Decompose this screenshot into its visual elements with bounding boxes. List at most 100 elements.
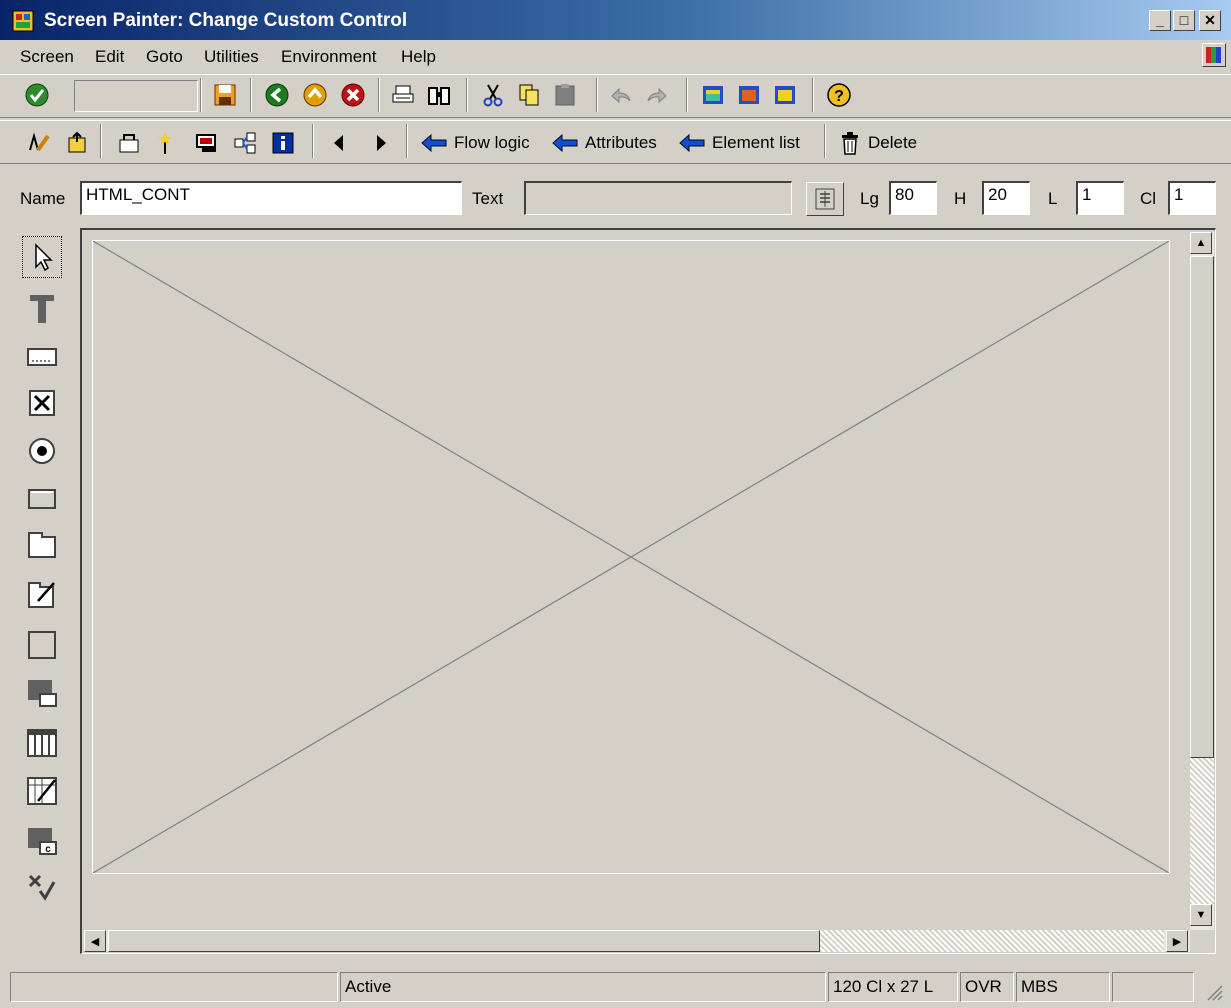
radio-button-icon [29, 438, 55, 464]
palette-subscreen[interactable] [22, 672, 62, 714]
scroll-down-button[interactable]: ▼ [1190, 904, 1212, 926]
pushbutton-icon [28, 489, 56, 509]
info-icon[interactable] [268, 128, 298, 158]
text-dictionary-button[interactable] [806, 182, 844, 216]
palette-pushbutton[interactable] [22, 478, 62, 520]
cut-icon[interactable] [478, 80, 508, 110]
menu-utilities[interactable]: Utilities [204, 47, 259, 67]
palette-custom-control[interactable]: c [22, 820, 62, 862]
next-icon[interactable] [366, 128, 396, 158]
name-label: Name [20, 189, 66, 208]
palette-tabstrip[interactable] [22, 524, 62, 566]
exit-icon[interactable] [300, 80, 330, 110]
command-field[interactable] [74, 80, 198, 112]
text-field[interactable] [524, 181, 792, 215]
new-session-icon[interactable] [698, 80, 728, 110]
dictionary-icon [815, 188, 835, 210]
scroll-up-button[interactable]: ▲ [1190, 232, 1212, 254]
where-used-icon[interactable] [230, 128, 260, 158]
menu-help[interactable]: Help [401, 47, 436, 67]
app-icon [12, 10, 34, 32]
scroll-right-button[interactable]: ▶ [1166, 930, 1188, 952]
status-active: Active [340, 972, 826, 1002]
delete-button[interactable]: Delete [838, 128, 917, 158]
status-system: MBS [1016, 972, 1110, 1002]
other-object-icon[interactable] [62, 128, 92, 158]
cl-field[interactable]: 1 [1168, 181, 1216, 215]
input-field-icon [27, 348, 57, 366]
save-icon[interactable] [210, 80, 240, 110]
menu-environment[interactable]: Environment [281, 47, 376, 67]
horizontal-scroll-thumb[interactable] [108, 930, 820, 952]
cl-label: Cl [1140, 189, 1157, 208]
flow-logic-label: Flow logic [454, 133, 530, 152]
copy-icon[interactable] [514, 80, 544, 110]
print-icon[interactable] [388, 80, 418, 110]
scroll-left-button[interactable]: ◀ [84, 930, 106, 952]
h-field[interactable]: 20 [982, 181, 1030, 215]
status-message [10, 972, 338, 1002]
vertical-scroll-thumb[interactable] [1190, 256, 1214, 758]
maximize-button[interactable]: □ [1173, 10, 1195, 31]
vertical-scroll-track[interactable] [1190, 758, 1214, 904]
box-icon [28, 631, 56, 659]
undo-icon[interactable] [606, 80, 636, 110]
find-icon[interactable] [424, 80, 454, 110]
palette-radio-button[interactable] [22, 430, 62, 472]
status-overwrite-mode: OVR [960, 972, 1014, 1002]
window-title: Screen Painter: Change Custom Control [44, 10, 408, 31]
l-label: L [1048, 189, 1058, 208]
previous-icon[interactable] [324, 128, 354, 158]
menu-goto[interactable]: Goto [146, 47, 183, 67]
l-field[interactable]: 1 [1076, 181, 1124, 215]
back-icon[interactable] [262, 80, 292, 110]
lg-field[interactable]: 80 [889, 181, 937, 215]
h-label: H [954, 189, 967, 208]
enter-icon[interactable] [22, 80, 52, 110]
name-field[interactable]: HTML_CONT [80, 181, 462, 215]
redo-icon[interactable] [642, 80, 672, 110]
delete-label: Delete [868, 133, 918, 152]
palette-table-wizard[interactable] [22, 770, 62, 812]
display-change-icon[interactable] [24, 128, 54, 158]
paste-icon[interactable] [550, 80, 580, 110]
cancel-icon[interactable] [338, 80, 368, 110]
palette-pointer[interactable] [22, 236, 62, 278]
custom-control-element[interactable] [92, 240, 1170, 874]
minimize-button[interactable]: _ [1149, 10, 1171, 31]
table-wizard-icon [27, 777, 57, 805]
status-screen-size: 120 Cl x 27 L [828, 972, 958, 1002]
menu-screen[interactable]: Screen [20, 47, 74, 67]
palette-box[interactable] [22, 624, 62, 666]
activate-icon[interactable] [150, 128, 180, 158]
close-button[interactable]: ✕ [1199, 10, 1221, 31]
test-icon[interactable] [192, 128, 222, 158]
attributes-button[interactable]: Attributes [551, 128, 657, 158]
layout-icon[interactable] [770, 80, 800, 110]
status-icon-icon [28, 874, 56, 901]
palette-status-icon[interactable] [22, 866, 62, 908]
text-label: Text [472, 189, 504, 208]
checkbox-icon [29, 390, 55, 416]
tabstrip-icon [28, 532, 56, 558]
check-icon[interactable] [114, 128, 144, 158]
palette-table-control[interactable] [22, 722, 62, 764]
flow-logic-button[interactable]: Flow logic [420, 128, 530, 158]
help-icon[interactable]: ? [824, 80, 854, 110]
palette-checkbox[interactable] [22, 382, 62, 424]
palette-tabstrip-wizard[interactable] [22, 574, 62, 616]
palette-text-field[interactable] [22, 288, 62, 330]
svg-text:?: ? [834, 88, 844, 105]
element-list-button[interactable]: Element list [678, 128, 800, 158]
shortcut-icon[interactable] [734, 80, 764, 110]
palette-input-field[interactable] [22, 336, 62, 378]
layout-menu-icon[interactable] [1202, 43, 1226, 67]
pointer-icon [35, 243, 53, 272]
svg-text:c: c [45, 844, 51, 855]
horizontal-scroll-track[interactable] [820, 930, 1164, 952]
table-control-icon [27, 729, 57, 757]
element-list-label: Element list [712, 133, 800, 152]
menu-edit[interactable]: Edit [95, 47, 124, 67]
arrow-left-icon [552, 133, 578, 153]
resize-grip-icon[interactable] [1204, 982, 1224, 1002]
